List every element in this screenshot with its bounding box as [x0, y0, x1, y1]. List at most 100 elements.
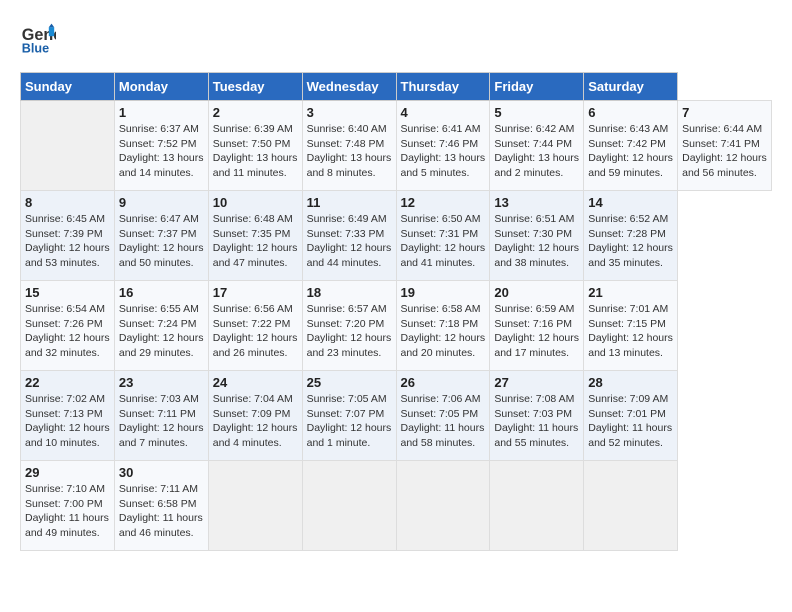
- calendar-cell: 10 Sunrise: 6:48 AM Sunset: 7:35 PM Dayl…: [208, 191, 302, 281]
- daylight-label: Daylight: 13 hours and 5 minutes.: [401, 152, 486, 179]
- day-info: Sunrise: 6:42 AM Sunset: 7:44 PM Dayligh…: [494, 122, 579, 181]
- calendar-week-5: 29 Sunrise: 7:10 AM Sunset: 7:00 PM Dayl…: [21, 461, 772, 551]
- sunset-label: Sunset: 7:16 PM: [494, 318, 572, 330]
- day-info: Sunrise: 6:54 AM Sunset: 7:26 PM Dayligh…: [25, 302, 110, 361]
- day-header-tuesday: Tuesday: [208, 73, 302, 101]
- day-number: 21: [588, 285, 673, 300]
- day-info: Sunrise: 6:55 AM Sunset: 7:24 PM Dayligh…: [119, 302, 204, 361]
- sunrise-label: Sunrise: 6:51 AM: [494, 213, 574, 225]
- day-info: Sunrise: 7:02 AM Sunset: 7:13 PM Dayligh…: [25, 392, 110, 451]
- daylight-label: Daylight: 12 hours and 26 minutes.: [213, 332, 298, 359]
- logo-icon: General Blue: [20, 20, 56, 56]
- daylight-label: Daylight: 11 hours and 49 minutes.: [25, 512, 109, 539]
- day-info: Sunrise: 7:04 AM Sunset: 7:09 PM Dayligh…: [213, 392, 298, 451]
- sunrise-label: Sunrise: 6:45 AM: [25, 213, 105, 225]
- sunrise-label: Sunrise: 6:55 AM: [119, 303, 199, 315]
- day-header-sunday: Sunday: [21, 73, 115, 101]
- day-info: Sunrise: 6:48 AM Sunset: 7:35 PM Dayligh…: [213, 212, 298, 271]
- day-number: 22: [25, 375, 110, 390]
- sunset-label: Sunset: 7:30 PM: [494, 228, 572, 240]
- sunrise-label: Sunrise: 6:58 AM: [401, 303, 481, 315]
- day-info: Sunrise: 6:51 AM Sunset: 7:30 PM Dayligh…: [494, 212, 579, 271]
- calendar-cell: 11 Sunrise: 6:49 AM Sunset: 7:33 PM Dayl…: [302, 191, 396, 281]
- daylight-label: Daylight: 11 hours and 58 minutes.: [401, 422, 485, 449]
- day-info: Sunrise: 7:05 AM Sunset: 7:07 PM Dayligh…: [307, 392, 392, 451]
- sunset-label: Sunset: 7:33 PM: [307, 228, 385, 240]
- day-number: 8: [25, 195, 110, 210]
- sunset-label: Sunset: 7:39 PM: [25, 228, 103, 240]
- calendar-cell: 16 Sunrise: 6:55 AM Sunset: 7:24 PM Dayl…: [114, 281, 208, 371]
- calendar-cell: 28 Sunrise: 7:09 AM Sunset: 7:01 PM Dayl…: [584, 371, 678, 461]
- sunset-label: Sunset: 7:11 PM: [119, 408, 196, 420]
- calendar-cell: 21 Sunrise: 7:01 AM Sunset: 7:15 PM Dayl…: [584, 281, 678, 371]
- day-info: Sunrise: 6:39 AM Sunset: 7:50 PM Dayligh…: [213, 122, 298, 181]
- day-number: 14: [588, 195, 673, 210]
- day-info: Sunrise: 6:45 AM Sunset: 7:39 PM Dayligh…: [25, 212, 110, 271]
- calendar-cell: 26 Sunrise: 7:06 AM Sunset: 7:05 PM Dayl…: [396, 371, 490, 461]
- day-info: Sunrise: 6:43 AM Sunset: 7:42 PM Dayligh…: [588, 122, 673, 181]
- calendar-table: SundayMondayTuesdayWednesdayThursdayFrid…: [20, 72, 772, 551]
- sunrise-label: Sunrise: 7:05 AM: [307, 393, 387, 405]
- day-info: Sunrise: 6:57 AM Sunset: 7:20 PM Dayligh…: [307, 302, 392, 361]
- daylight-label: Daylight: 12 hours and 23 minutes.: [307, 332, 392, 359]
- day-number: 20: [494, 285, 579, 300]
- sunset-label: Sunset: 7:22 PM: [213, 318, 291, 330]
- daylight-label: Daylight: 13 hours and 14 minutes.: [119, 152, 204, 179]
- day-header-thursday: Thursday: [396, 73, 490, 101]
- sunrise-label: Sunrise: 6:43 AM: [588, 123, 668, 135]
- day-info: Sunrise: 6:44 AM Sunset: 7:41 PM Dayligh…: [682, 122, 767, 181]
- sunset-label: Sunset: 7:35 PM: [213, 228, 291, 240]
- calendar-cell: [396, 461, 490, 551]
- sunrise-label: Sunrise: 6:48 AM: [213, 213, 293, 225]
- calendar-header: SundayMondayTuesdayWednesdayThursdayFrid…: [21, 73, 772, 101]
- sunrise-label: Sunrise: 6:44 AM: [682, 123, 762, 135]
- sunrise-label: Sunrise: 6:57 AM: [307, 303, 387, 315]
- day-info: Sunrise: 6:40 AM Sunset: 7:48 PM Dayligh…: [307, 122, 392, 181]
- sunrise-label: Sunrise: 7:08 AM: [494, 393, 574, 405]
- sunrise-label: Sunrise: 6:49 AM: [307, 213, 387, 225]
- sunrise-label: Sunrise: 6:54 AM: [25, 303, 105, 315]
- day-number: 16: [119, 285, 204, 300]
- day-info: Sunrise: 6:56 AM Sunset: 7:22 PM Dayligh…: [213, 302, 298, 361]
- day-number: 27: [494, 375, 579, 390]
- sunset-label: Sunset: 6:58 PM: [119, 498, 197, 510]
- calendar-cell: 30 Sunrise: 7:11 AM Sunset: 6:58 PM Dayl…: [114, 461, 208, 551]
- day-number: 9: [119, 195, 204, 210]
- day-header-wednesday: Wednesday: [302, 73, 396, 101]
- daylight-label: Daylight: 12 hours and 17 minutes.: [494, 332, 579, 359]
- sunset-label: Sunset: 7:52 PM: [119, 138, 197, 150]
- calendar-cell: 24 Sunrise: 7:04 AM Sunset: 7:09 PM Dayl…: [208, 371, 302, 461]
- calendar-cell: [208, 461, 302, 551]
- day-number: 26: [401, 375, 486, 390]
- sunrise-label: Sunrise: 6:47 AM: [119, 213, 199, 225]
- day-number: 3: [307, 105, 392, 120]
- day-number: 18: [307, 285, 392, 300]
- sunset-label: Sunset: 7:03 PM: [494, 408, 572, 420]
- sunset-label: Sunset: 7:13 PM: [25, 408, 103, 420]
- sunset-label: Sunset: 7:50 PM: [213, 138, 291, 150]
- calendar-cell: 27 Sunrise: 7:08 AM Sunset: 7:03 PM Dayl…: [490, 371, 584, 461]
- day-info: Sunrise: 6:49 AM Sunset: 7:33 PM Dayligh…: [307, 212, 392, 271]
- sunrise-label: Sunrise: 7:02 AM: [25, 393, 105, 405]
- sunrise-label: Sunrise: 6:39 AM: [213, 123, 293, 135]
- day-number: 19: [401, 285, 486, 300]
- day-info: Sunrise: 6:50 AM Sunset: 7:31 PM Dayligh…: [401, 212, 486, 271]
- calendar-cell: 2 Sunrise: 6:39 AM Sunset: 7:50 PM Dayli…: [208, 101, 302, 191]
- sunset-label: Sunset: 7:42 PM: [588, 138, 666, 150]
- sunrise-label: Sunrise: 6:40 AM: [307, 123, 387, 135]
- sunrise-label: Sunrise: 7:01 AM: [588, 303, 668, 315]
- daylight-label: Daylight: 13 hours and 11 minutes.: [213, 152, 298, 179]
- day-number: 17: [213, 285, 298, 300]
- day-number: 4: [401, 105, 486, 120]
- calendar-week-1: 1 Sunrise: 6:37 AM Sunset: 7:52 PM Dayli…: [21, 101, 772, 191]
- day-number: 7: [682, 105, 767, 120]
- calendar-cell: 17 Sunrise: 6:56 AM Sunset: 7:22 PM Dayl…: [208, 281, 302, 371]
- sunset-label: Sunset: 7:20 PM: [307, 318, 385, 330]
- day-info: Sunrise: 7:10 AM Sunset: 7:00 PM Dayligh…: [25, 482, 110, 541]
- day-number: 1: [119, 105, 204, 120]
- daylight-label: Daylight: 12 hours and 4 minutes.: [213, 422, 298, 449]
- calendar-cell: 29 Sunrise: 7:10 AM Sunset: 7:00 PM Dayl…: [21, 461, 115, 551]
- daylight-label: Daylight: 12 hours and 53 minutes.: [25, 242, 110, 269]
- calendar-cell: 20 Sunrise: 6:59 AM Sunset: 7:16 PM Dayl…: [490, 281, 584, 371]
- daylight-label: Daylight: 13 hours and 2 minutes.: [494, 152, 579, 179]
